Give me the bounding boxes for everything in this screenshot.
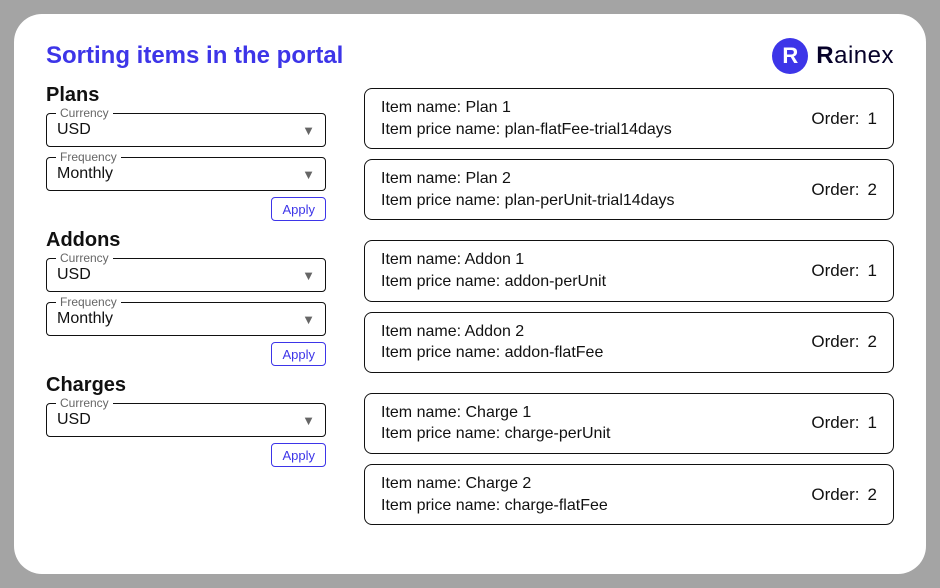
section-title-plans: Plans: [46, 84, 326, 107]
addons-apply-button[interactable]: Apply: [271, 342, 326, 366]
item-card[interactable]: Item name: Plan 2 Item price name: plan-…: [364, 159, 894, 220]
charges-currency-value: USD: [57, 411, 91, 429]
item-name-value: Addon 1: [465, 251, 525, 268]
order-value: 2: [868, 180, 877, 200]
order-label: Order:: [811, 261, 859, 281]
item-card[interactable]: Item name: Addon 1 Item price name: addo…: [364, 240, 894, 301]
item-price-value: addon-flatFee: [505, 344, 604, 361]
brand-logo-icon: R: [772, 38, 808, 74]
item-name-label: Item name:: [381, 323, 461, 340]
currency-label: Currency: [56, 106, 113, 120]
item-price-value: plan-flatFee-trial14days: [505, 121, 672, 138]
filters-column: Plans Currency USD ▼ Frequency Monthly ▼: [46, 84, 326, 545]
section-title-charges: Charges: [46, 374, 326, 397]
order-label: Order:: [811, 332, 859, 352]
item-price-value: charge-flatFee: [505, 497, 608, 514]
order-label: Order:: [811, 485, 859, 505]
item-price-label: Item price name:: [381, 497, 500, 514]
order-value: 1: [868, 261, 877, 281]
frequency-label: Frequency: [56, 295, 121, 309]
order-value: 2: [868, 485, 877, 505]
order-label: Order:: [811, 413, 859, 433]
item-card[interactable]: Item name: Addon 2 Item price name: addo…: [364, 312, 894, 373]
order-value: 1: [868, 109, 877, 129]
currency-label: Currency: [56, 396, 113, 410]
page-title: Sorting items in the portal: [46, 42, 343, 70]
item-name-value: Charge 1: [465, 404, 531, 421]
item-card[interactable]: Item name: Charge 1 Item price name: cha…: [364, 393, 894, 454]
main-card: Sorting items in the portal R Rainex Pla…: [14, 14, 926, 574]
chevron-down-icon: ▼: [302, 123, 315, 138]
item-price-label: Item price name:: [381, 425, 500, 442]
order-value: 1: [868, 413, 877, 433]
frequency-label: Frequency: [56, 150, 121, 164]
order-value: 2: [868, 332, 877, 352]
items-column: Item name: Plan 1 Item price name: plan-…: [364, 84, 894, 545]
order-label: Order:: [811, 180, 859, 200]
item-name-label: Item name:: [381, 475, 461, 492]
item-name-label: Item name:: [381, 170, 461, 187]
item-price-value: plan-perUnit-trial14days: [505, 192, 675, 209]
plans-apply-button[interactable]: Apply: [271, 197, 326, 221]
currency-label: Currency: [56, 251, 113, 265]
item-name-value: Plan 1: [465, 99, 510, 116]
item-price-value: charge-perUnit: [505, 425, 611, 442]
brand-logo: R Rainex: [772, 38, 894, 74]
section-title-addons: Addons: [46, 229, 326, 252]
item-card[interactable]: Item name: Plan 1 Item price name: plan-…: [364, 88, 894, 149]
plans-currency-value: USD: [57, 121, 91, 139]
item-price-label: Item price name:: [381, 192, 500, 209]
chevron-down-icon: ▼: [302, 312, 315, 327]
addons-currency-value: USD: [57, 266, 91, 284]
chevron-down-icon: ▼: [302, 268, 315, 283]
item-price-label: Item price name:: [381, 273, 500, 290]
brand-logo-text: Rainex: [816, 42, 894, 70]
item-name-value: Addon 2: [465, 323, 525, 340]
item-price-label: Item price name:: [381, 121, 500, 138]
item-price-label: Item price name:: [381, 344, 500, 361]
order-label: Order:: [811, 109, 859, 129]
item-name-label: Item name:: [381, 404, 461, 421]
chevron-down-icon: ▼: [302, 167, 315, 182]
item-card[interactable]: Item name: Charge 2 Item price name: cha…: [364, 464, 894, 525]
header: Sorting items in the portal R Rainex: [46, 38, 894, 74]
plans-frequency-value: Monthly: [57, 165, 113, 183]
item-name-value: Plan 2: [465, 170, 510, 187]
addons-frequency-value: Monthly: [57, 310, 113, 328]
item-name-label: Item name:: [381, 251, 461, 268]
item-price-value: addon-perUnit: [505, 273, 606, 290]
item-name-value: Charge 2: [465, 475, 531, 492]
item-name-label: Item name:: [381, 99, 461, 116]
chevron-down-icon: ▼: [302, 413, 315, 428]
charges-apply-button[interactable]: Apply: [271, 443, 326, 467]
